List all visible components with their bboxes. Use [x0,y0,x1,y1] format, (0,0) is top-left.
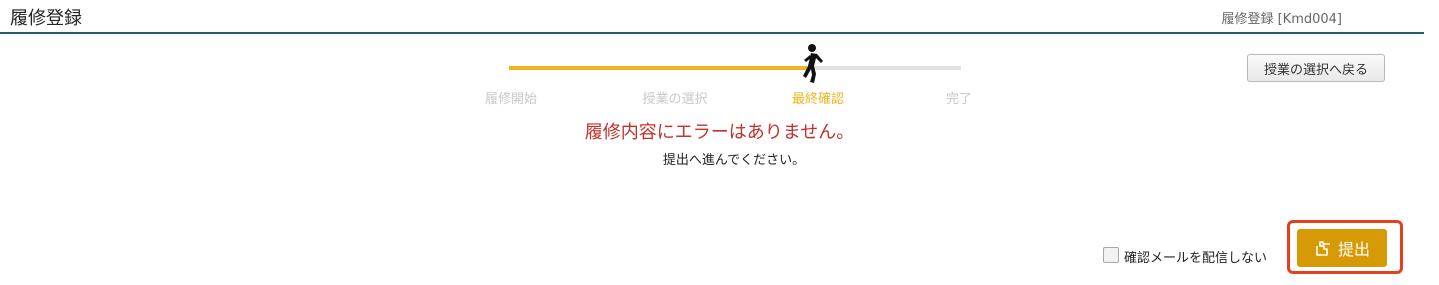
submit-label: 提出 [1337,242,1370,259]
no-mail-checkbox[interactable] [1103,247,1119,263]
hand-point-icon [1316,241,1330,256]
step-final-check: 最終確認 [791,92,845,107]
no-mail-label[interactable]: 確認メールを配信しない [1124,247,1267,266]
screen-id: 履修登録 [Kmd004] [1221,12,1342,27]
progress-fill [509,66,808,70]
status-message: 履修内容にエラーはありません。 [584,122,855,143]
instruction-text: 提出へ進んでください。 [662,153,806,168]
progress-track [509,66,961,70]
page-title: 履修登録 [10,8,82,29]
step-select-course: 授業の選択 [642,92,708,107]
step-complete: 完了 [945,92,973,107]
back-to-course-selection-button[interactable]: 授業の選択へ戻る [1247,54,1385,82]
running-person-icon [803,44,823,83]
header-bar: 履修登録 履修登録 [Kmd004] [0,0,1424,34]
submit-button[interactable]: 提出 [1297,229,1387,267]
step-start: 履修開始 [484,92,538,107]
